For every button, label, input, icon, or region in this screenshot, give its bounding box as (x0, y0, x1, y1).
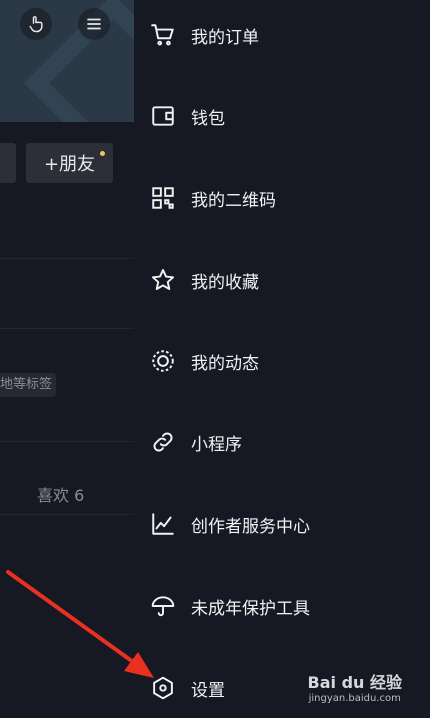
wallet-icon (152, 106, 174, 126)
divider (0, 328, 134, 329)
menu-item-minor-protection[interactable]: 未成年保护工具 (134, 576, 430, 636)
gesture-button[interactable] (20, 8, 52, 40)
profile-banner (0, 0, 134, 122)
menu-item-qr-code[interactable]: 我的二维码 (134, 168, 430, 228)
notification-dot (100, 151, 105, 156)
menu-item-label: 我的动态 (191, 353, 259, 374)
divider (0, 258, 134, 259)
add-friend-label: +朋友 (43, 154, 96, 175)
menu-item-label: 钱包 (191, 108, 225, 129)
cart-icon (151, 24, 174, 46)
location-tag[interactable]: 地等标签 (0, 373, 57, 397)
menu-item-orders[interactable]: 我的订单 (134, 5, 430, 65)
menu-item-label: 我的订单 (191, 27, 259, 48)
edit-profile-button-partial[interactable] (0, 143, 16, 183)
activity-icon (152, 350, 174, 372)
menu-item-creator-center[interactable]: 创作者服务中心 (134, 494, 430, 554)
watermark-url: jingyan.baidu.com (308, 693, 401, 704)
hamburger-icon (87, 18, 101, 30)
side-menu: 我的订单 钱包 我的二维码 我的收藏 我的动态 小程序 创作者服务中心 未成年保… (134, 0, 430, 710)
watermark-brand: Bai du 经验 (307, 673, 402, 692)
menu-item-label: 小程序 (191, 434, 242, 455)
menu-item-label: 未成年保护工具 (191, 598, 310, 619)
menu-item-favorites[interactable]: 我的收藏 (134, 250, 430, 310)
profile-page-background: +朋友 地等标签 喜欢 6 (0, 0, 134, 710)
hand-pointer-icon (29, 16, 43, 33)
settings-icon (153, 676, 173, 700)
menu-item-label: 我的二维码 (191, 190, 276, 211)
menu-item-mini-programs[interactable]: 小程序 (134, 412, 430, 472)
menu-item-wallet[interactable]: 钱包 (134, 86, 430, 146)
menu-item-label: 创作者服务中心 (191, 516, 310, 537)
qr-code-icon (152, 187, 174, 209)
menu-item-activity[interactable]: 我的动态 (134, 331, 430, 391)
divider (0, 514, 134, 515)
add-friend-button[interactable]: +朋友 (26, 143, 113, 183)
menu-item-label: 设置 (191, 680, 225, 701)
link-icon (153, 432, 173, 452)
umbrella-icon (151, 596, 175, 617)
star-icon (151, 269, 175, 290)
menu-button[interactable] (78, 8, 110, 40)
chart-icon (152, 513, 174, 535)
likes-tab[interactable]: 喜欢 6 (37, 482, 84, 506)
menu-item-label: 我的收藏 (191, 272, 259, 293)
baidu-watermark: Bai du 经验 jingyan.baidu.com (308, 669, 402, 704)
divider (0, 441, 134, 442)
